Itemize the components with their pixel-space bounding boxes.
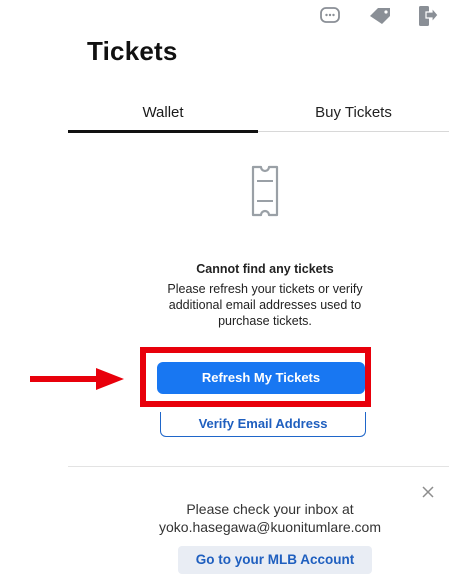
tab-buy-tickets[interactable]: Buy Tickets — [258, 96, 449, 130]
ticket-tabs: Wallet Buy Tickets — [68, 96, 449, 134]
tag-icon[interactable] — [367, 4, 393, 28]
page-title: Tickets — [87, 36, 178, 66]
arrow-annotation-icon — [30, 367, 126, 391]
highlight-annotation-box — [140, 347, 371, 407]
transfer-icon[interactable] — [417, 4, 439, 28]
mlb-account-button[interactable]: Go to your MLB Account — [178, 546, 372, 574]
tab-wallet[interactable]: Wallet — [68, 96, 258, 130]
close-icon[interactable] — [420, 484, 436, 500]
ticket-icon — [245, 163, 285, 221]
empty-state-title: Cannot find any tickets — [196, 262, 334, 276]
chat-bubble-icon[interactable] — [318, 4, 342, 28]
active-tab-indicator — [68, 130, 258, 133]
tickets-screen: Tickets Wallet Buy Tickets Cannot find a… — [0, 0, 449, 576]
section-divider — [68, 466, 449, 467]
top-toolbar — [0, 0, 449, 36]
inbox-notice-text: Please check your inbox at yoko.hasegawa… — [159, 501, 381, 535]
verify-email-button[interactable]: Verify Email Address — [160, 412, 366, 437]
empty-state-description: Please refresh your tickets or verify ad… — [167, 282, 363, 328]
